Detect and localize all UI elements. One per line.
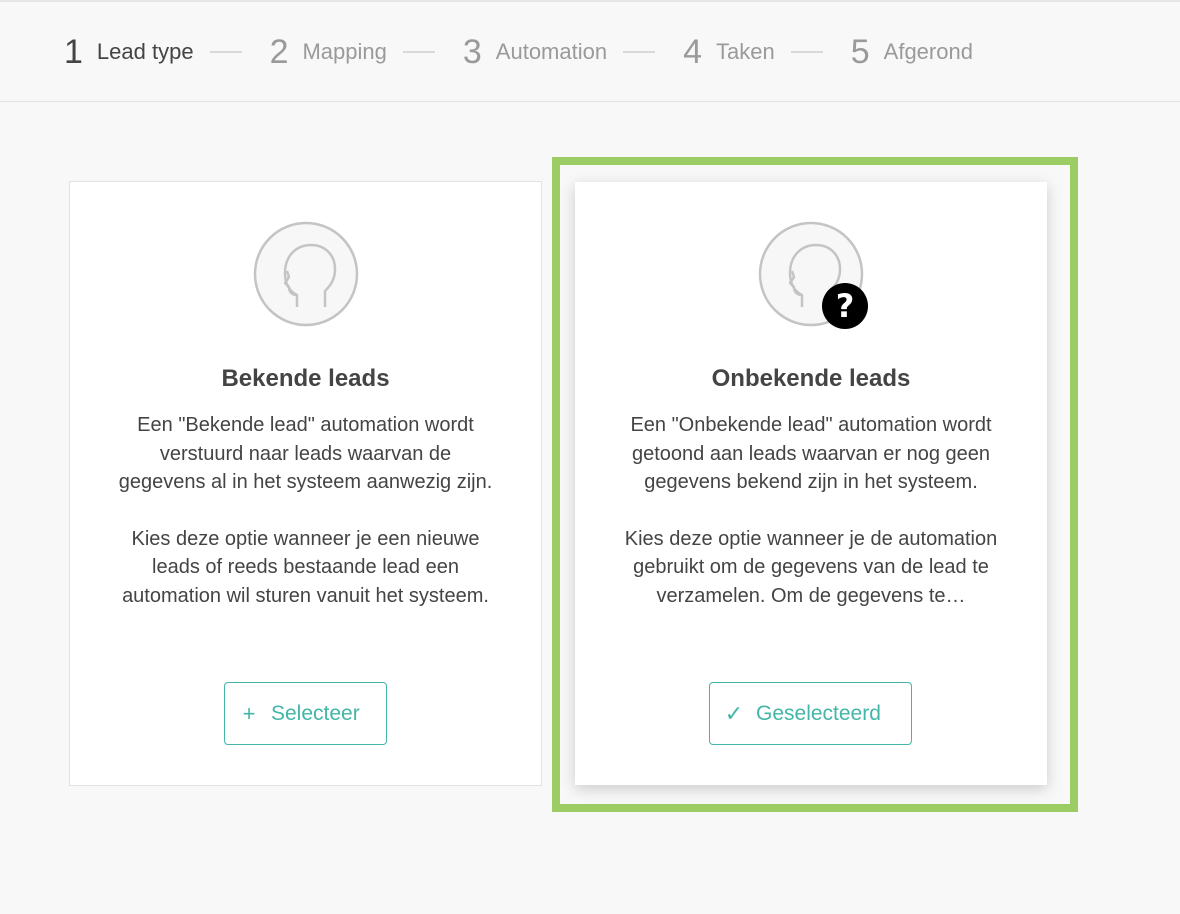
question-mark-icon: ? bbox=[822, 283, 868, 329]
step-separator bbox=[623, 50, 656, 53]
card-desc-paragraph-1: Een "Bekende lead" automation wordt vers… bbox=[118, 414, 493, 493]
unknown-head-profile: ? bbox=[758, 221, 868, 329]
card-description: Een "Onbekende lead" automation wordt ge… bbox=[621, 393, 1001, 644]
step-number: 4 bbox=[683, 32, 703, 71]
selected-button[interactable]: ✓ Geselecteerd bbox=[709, 682, 912, 745]
step-number: 3 bbox=[462, 32, 482, 71]
plus-icon: + bbox=[242, 700, 256, 726]
stepper: 1 Lead type 2 Mapping 3 Automation 4 Tak… bbox=[0, 2, 1180, 102]
unknown-leads-card[interactable]: ? Onbekende leads Een "Onbekende lead" a… bbox=[575, 182, 1047, 785]
step-lead-type[interactable]: 1 Lead type bbox=[64, 35, 194, 69]
step-label: Automation bbox=[495, 38, 608, 64]
selected-button-label: Geselecteerd bbox=[756, 701, 881, 725]
step-separator bbox=[402, 50, 435, 53]
step-separator bbox=[209, 50, 242, 53]
step-number: 1 bbox=[64, 32, 83, 71]
card-title: Onbekende leads bbox=[711, 365, 911, 392]
step-taken[interactable]: 4 Taken bbox=[683, 35, 775, 69]
card-desc-paragraph-2: Kies deze optie wanneer je de automation… bbox=[624, 527, 998, 607]
check-icon: ✓ bbox=[724, 700, 744, 726]
select-button[interactable]: + Selecteer bbox=[224, 682, 387, 745]
step-mapping[interactable]: 2 Mapping bbox=[270, 35, 387, 69]
card-title: Bekende leads bbox=[221, 365, 390, 392]
step-label: Lead type bbox=[96, 38, 194, 64]
card-description: Een "Bekende lead" automation wordt vers… bbox=[116, 393, 496, 644]
card-desc-paragraph-2: Kies deze optie wanneer je een nieuwe le… bbox=[122, 527, 489, 607]
head-profile-icon bbox=[253, 221, 359, 327]
step-number: 2 bbox=[269, 32, 289, 71]
step-number: 5 bbox=[850, 32, 870, 71]
step-label: Taken bbox=[716, 38, 775, 64]
card-desc-paragraph-1: Een "Onbekende lead" automation wordt ge… bbox=[630, 414, 992, 493]
known-leads-card[interactable]: Bekende leads Een "Bekende lead" automat… bbox=[69, 181, 542, 786]
step-label: Afgerond bbox=[883, 38, 973, 64]
step-automation[interactable]: 3 Automation bbox=[463, 35, 607, 69]
step-separator bbox=[790, 50, 823, 53]
step-afgerond[interactable]: 5 Afgerond bbox=[851, 35, 973, 69]
select-button-label: Selecteer bbox=[271, 701, 360, 725]
step-label: Mapping bbox=[302, 38, 387, 64]
